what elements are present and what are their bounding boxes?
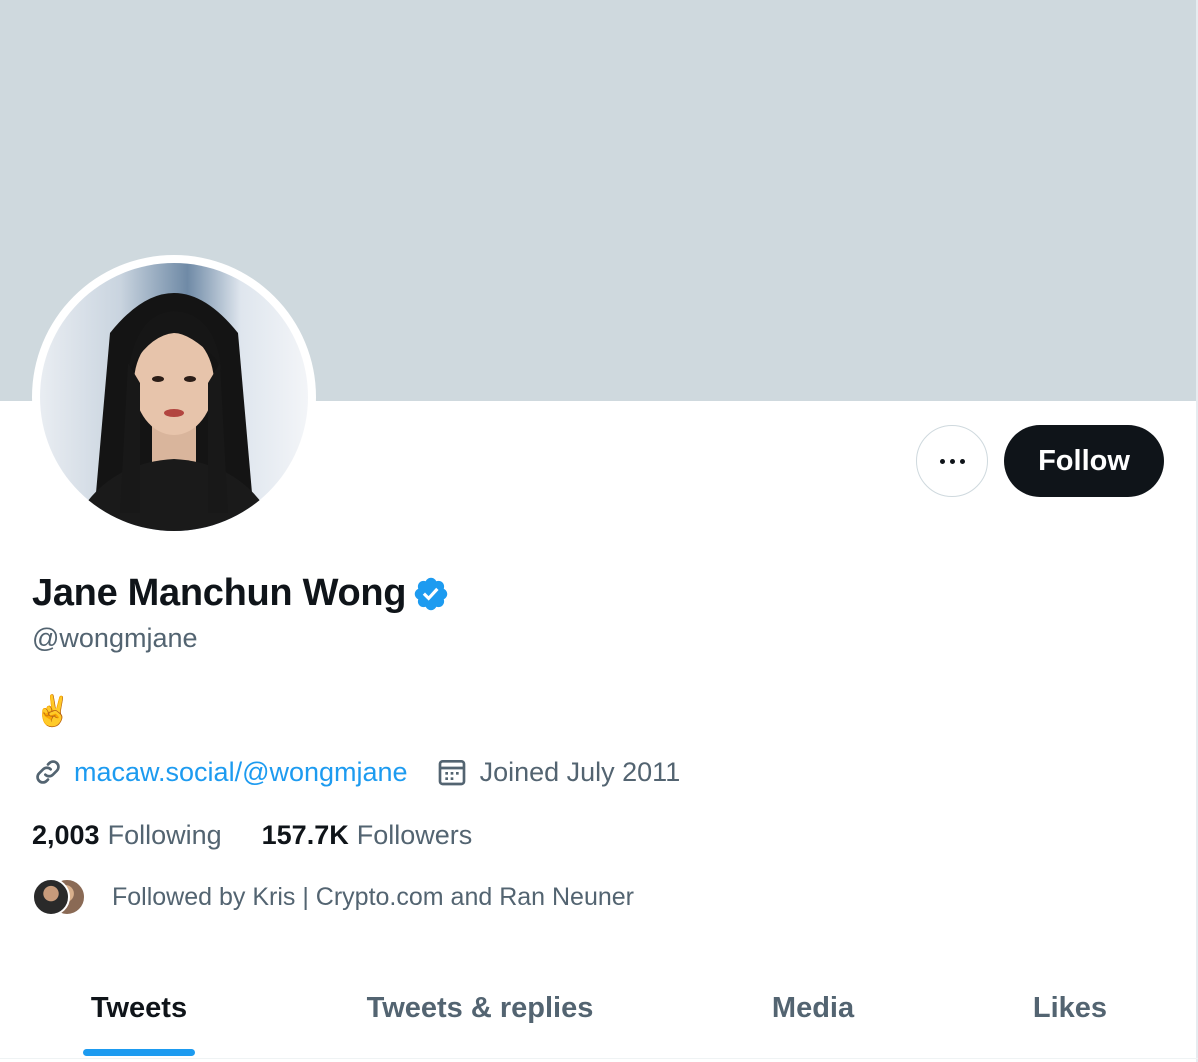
following-label: Following [107, 820, 222, 850]
avatar [32, 878, 70, 916]
profile-bio: ✌️ [34, 695, 72, 728]
tab-tweets-replies[interactable]: Tweets & replies [278, 960, 682, 1056]
profile-name: Jane Manchun Wong [32, 572, 407, 614]
following-count: 2,003 [32, 820, 100, 850]
profile-website-link[interactable]: macaw.social/@wongmjane [74, 757, 408, 788]
following-link[interactable]: 2,003 Following [32, 820, 222, 851]
followers-label: Followers [356, 820, 473, 850]
tabs-divider [0, 1058, 1198, 1059]
profile-tabs: Tweets Tweets & replies Media Likes [0, 960, 1196, 1060]
link-icon [36, 760, 60, 784]
verified-badge-icon[interactable] [412, 575, 450, 613]
followed-by-text: Followed by Kris | Crypto.com and Ran Ne… [112, 882, 634, 911]
avatar-portrait-icon [70, 293, 278, 531]
more-dot [959, 458, 965, 464]
profile-join-date: Joined July 2011 [479, 756, 681, 787]
follow-button[interactable]: Follow [1004, 425, 1164, 497]
tab-likes[interactable]: Likes [944, 960, 1196, 1056]
followers-you-know[interactable]: Followed by Kris | Crypto.com and Ran Ne… [32, 878, 634, 916]
calendar-icon [438, 760, 465, 786]
followers-link[interactable]: 157.7K Followers [262, 820, 473, 851]
tab-tweets[interactable]: Tweets [0, 960, 278, 1056]
profile-avatar[interactable] [32, 255, 316, 539]
followers-count: 157.7K [261, 820, 349, 850]
avatar-photo [40, 263, 308, 531]
profile-meta: macaw.social/@wongmjane Joined July 2011 [32, 756, 680, 788]
more-horizontal-icon [939, 458, 945, 464]
profile-handle: @wongmjane [32, 623, 198, 653]
active-tab-indicator [83, 1049, 195, 1056]
more-options-button[interactable] [916, 425, 988, 497]
profile-counts: 2,003 Following 157.7K Followers [32, 820, 472, 851]
profile-name-row: Jane Manchun Wong [32, 572, 450, 615]
more-dot [949, 458, 955, 464]
mutual-avatars [32, 878, 88, 916]
tab-media[interactable]: Media [682, 960, 944, 1056]
